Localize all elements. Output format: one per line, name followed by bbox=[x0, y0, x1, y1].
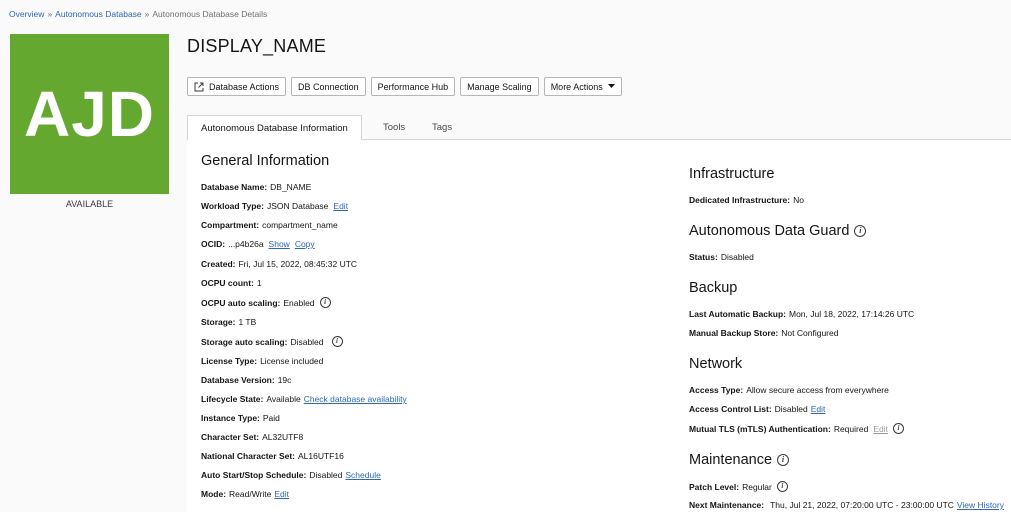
manual-backup-store-field: Manual Backup Store: Not Configured bbox=[689, 328, 839, 338]
maintenance-title: Maintenance bbox=[689, 452, 773, 468]
database-type-tile: AJD bbox=[10, 34, 169, 194]
performance-hub-button[interactable]: Performance Hub bbox=[370, 77, 456, 96]
next-maintenance-field: Next Maintenance: Thu, Jul 21, 2022, 07:2… bbox=[689, 500, 1004, 510]
breadcrumb-overview[interactable]: Overview bbox=[9, 9, 44, 19]
patch-level-field: Patch Level: Regular i bbox=[689, 481, 788, 492]
compartment-field: Compartment: compartment_name bbox=[201, 220, 338, 230]
caret-down-icon bbox=[607, 84, 615, 89]
edit-acl-link[interactable]: Edit bbox=[811, 404, 826, 414]
last-automatic-backup-field: Last Automatic Backup: Mon, Jul 18, 2022,… bbox=[689, 309, 915, 319]
tab-tools[interactable]: Tools bbox=[383, 115, 405, 140]
data-guard-title: Autonomous Data Guard bbox=[689, 223, 850, 239]
breadcrumb-separator: » bbox=[47, 9, 53, 19]
network-heading: Network bbox=[689, 356, 743, 372]
edit-mode-link[interactable]: Edit bbox=[274, 489, 289, 499]
show-ocid-link[interactable]: Show bbox=[269, 239, 290, 249]
backup-heading: Backup bbox=[689, 280, 738, 296]
data-guard-heading: Autonomous Data Guard i bbox=[689, 223, 867, 239]
database-version-field: Database Version: 19c bbox=[201, 375, 292, 385]
page-title: DISPLAY_NAME bbox=[187, 36, 327, 56]
database-name-field: Database Name: DB_NAME bbox=[201, 182, 312, 192]
mtls-authentication-field: Mutual TLS (mTLS) Authentication: Require… bbox=[689, 423, 904, 434]
edit-workload-type-link[interactable]: Edit bbox=[333, 201, 348, 211]
breadcrumb-autonomous-database[interactable]: Autonomous Database bbox=[55, 9, 141, 19]
license-type-field: License Type: License included bbox=[201, 356, 324, 366]
info-icon[interactable]: i bbox=[854, 225, 867, 237]
workload-type-field: Workload Type: JSON Database Edit bbox=[201, 201, 349, 211]
breadcrumb: Overview» Autonomous Database» Autonomous … bbox=[9, 9, 267, 19]
storage-auto-scaling-field: Storage auto scaling: Disabled i bbox=[201, 336, 343, 347]
info-icon[interactable]: i bbox=[777, 454, 790, 466]
lifecycle-state-field: Lifecycle State: Available Check database… bbox=[201, 394, 407, 404]
access-control-list-field: Access Control List: Disabled Edit bbox=[689, 404, 826, 414]
general-information-heading: General Information bbox=[201, 153, 330, 169]
ocpu-count-field: OCPU count: 1 bbox=[201, 278, 262, 288]
breadcrumb-current: Autonomous Database Details bbox=[152, 9, 268, 19]
info-icon[interactable]: i bbox=[776, 481, 788, 492]
database-actions-label: Database Actions bbox=[209, 81, 280, 92]
character-set-field: Character Set: AL32UTF8 bbox=[201, 432, 304, 442]
lifecycle-status-label: AVAILABLE bbox=[65, 199, 114, 209]
check-availability-link[interactable]: Check database availability bbox=[304, 394, 407, 404]
manage-scaling-button[interactable]: Manage Scaling bbox=[460, 77, 539, 96]
more-actions-label: More Actions bbox=[550, 81, 603, 92]
info-icon[interactable]: i bbox=[319, 297, 331, 308]
external-link-icon bbox=[194, 82, 204, 92]
infrastructure-heading: Infrastructure bbox=[689, 166, 775, 182]
database-actions-button[interactable]: Database Actions bbox=[187, 77, 287, 96]
copy-ocid-link[interactable]: Copy bbox=[295, 239, 315, 249]
more-actions-button[interactable]: More Actions bbox=[543, 77, 622, 96]
tab-autonomous-database-information[interactable]: Autonomous Database Information bbox=[187, 115, 362, 141]
storage-field: Storage: 1 TB bbox=[201, 317, 257, 327]
data-guard-status-field: Status: Disabled bbox=[689, 252, 754, 262]
dedicated-infrastructure-field: Dedicated Infrastructure: No bbox=[689, 195, 804, 205]
access-type-field: Access Type: Allow secure access from eve… bbox=[689, 385, 889, 395]
instance-type-field: Instance Type: Paid bbox=[201, 413, 280, 423]
db-connection-button[interactable]: DB Connection bbox=[291, 77, 366, 96]
tab-tags[interactable]: Tags bbox=[432, 115, 452, 140]
autonomous-database-details-page: Overview» Autonomous Database» Autonomous … bbox=[0, 0, 1011, 512]
mode-field: Mode: Read/Write Edit bbox=[201, 489, 290, 499]
action-toolbar: Database Actions DB Connection Performan… bbox=[187, 77, 622, 96]
created-field: Created: Fri, Jul 15, 2022, 08:45:32 UTC bbox=[201, 259, 358, 269]
view-history-link[interactable]: View History bbox=[957, 500, 1004, 510]
information-panel: General Information Database Name: DB_NAM… bbox=[187, 140, 1011, 512]
info-icon[interactable]: i bbox=[892, 423, 904, 434]
schedule-link[interactable]: Schedule bbox=[345, 470, 380, 480]
info-icon[interactable]: i bbox=[331, 336, 343, 347]
auto-start-stop-schedule-field: Auto Start/Stop Schedule: Disabled Schedu… bbox=[201, 470, 381, 480]
ocpu-auto-scaling-field: OCPU auto scaling: Enabled i bbox=[201, 297, 331, 308]
breadcrumb-separator: » bbox=[144, 9, 150, 19]
national-character-set-field: National Character Set: AL16UTF16 bbox=[201, 451, 344, 461]
ocid-field: OCID: ...p4b26a Show Copy bbox=[201, 239, 315, 249]
edit-mtls-link[interactable]: Edit bbox=[873, 424, 888, 434]
detail-tabs: Autonomous Database Information Tools Ta… bbox=[187, 115, 1011, 141]
maintenance-heading: Maintenance i bbox=[689, 452, 790, 468]
